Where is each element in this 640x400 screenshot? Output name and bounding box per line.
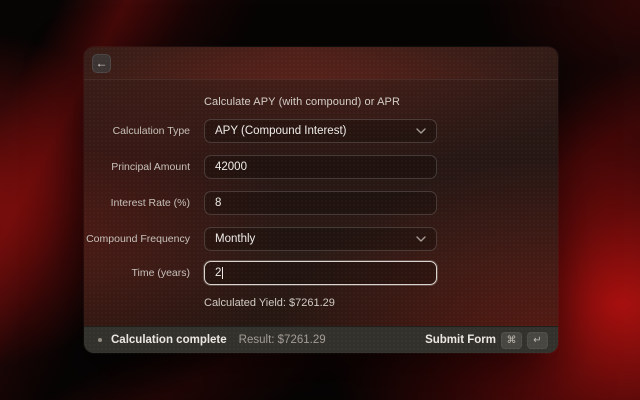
- status-message: Calculation complete: [111, 334, 227, 346]
- back-button[interactable]: ←: [92, 54, 111, 73]
- form-title: Calculate APY (with compound) or APR: [204, 96, 400, 108]
- chevron-down-icon: [416, 236, 426, 242]
- form-window: ← Calculate APY (with compound) or APR C…: [84, 47, 558, 353]
- command-key-icon: ⌘: [501, 332, 522, 349]
- form-row-interest-rate: Interest Rate (%) 8: [84, 191, 558, 215]
- calculation-type-select[interactable]: APY (Compound Interest): [204, 119, 437, 143]
- status-bar: Calculation complete Result: $7261.29 Su…: [84, 326, 558, 353]
- time-years-value: 2: [215, 267, 221, 279]
- interest-rate-value: 8: [215, 197, 221, 209]
- time-years-label: Time (years): [84, 267, 190, 279]
- interest-rate-label: Interest Rate (%): [84, 197, 190, 209]
- calculation-type-label: Calculation Type: [84, 125, 190, 137]
- status-dot-icon: [98, 338, 102, 342]
- calculation-type-value: APY (Compound Interest): [215, 125, 346, 137]
- submit-form-button[interactable]: Submit Form: [425, 334, 496, 346]
- form-row-calculation-type: Calculation Type APY (Compound Interest): [84, 119, 558, 143]
- principal-amount-input[interactable]: 42000: [204, 155, 437, 179]
- text-cursor: [222, 267, 223, 279]
- form-row-compound-frequency: Compound Frequency Monthly: [84, 227, 558, 251]
- compound-frequency-label: Compound Frequency: [84, 233, 190, 245]
- return-key-icon: ↵: [527, 332, 548, 349]
- window-header: ←: [84, 47, 558, 80]
- arrow-left-icon: ←: [96, 56, 108, 70]
- chevron-down-icon: [416, 128, 426, 134]
- principal-amount-label: Principal Amount: [84, 161, 190, 173]
- principal-amount-value: 42000: [215, 161, 247, 173]
- time-years-input[interactable]: 2: [204, 261, 437, 285]
- compound-frequency-value: Monthly: [215, 233, 255, 245]
- interest-rate-input[interactable]: 8: [204, 191, 437, 215]
- calculated-yield-text: Calculated Yield: $7261.29: [204, 297, 335, 309]
- compound-frequency-select[interactable]: Monthly: [204, 227, 437, 251]
- form-row-principal-amount: Principal Amount 42000: [84, 155, 558, 179]
- form-row-time-years: Time (years) 2: [84, 261, 558, 285]
- status-result: Result: $7261.29: [239, 334, 326, 346]
